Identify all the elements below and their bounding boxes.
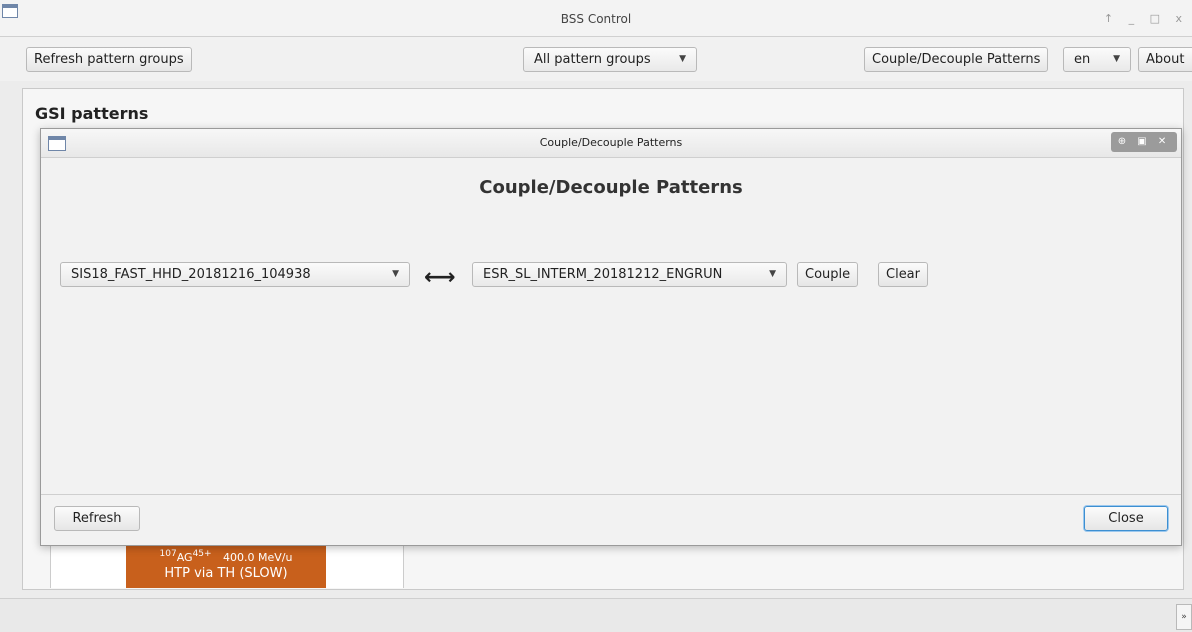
couple-button[interactable]: Couple: [797, 262, 859, 287]
refresh-button[interactable]: Refresh: [54, 506, 140, 531]
chevron-down-icon: ▼: [1113, 54, 1120, 64]
couple-decouple-dialog: Couple/Decouple Patterns ⊕ ▣ ✕ Couple/De…: [40, 128, 1182, 546]
pattern-element: AG: [176, 551, 193, 564]
left-pattern-value: SIS18_FAST_HHD_20181216_104938: [71, 267, 311, 282]
right-pattern-select[interactable]: ESR_SL_INTERM_20181212_ENGRUN ▼: [472, 262, 787, 287]
pattern-chip[interactable]: 107AG45+ 400.0 MeV/u HTP via TH (SLOW): [126, 543, 326, 588]
right-pattern-value: ESR_SL_INTERM_20181212_ENGRUN: [483, 267, 723, 282]
chevron-down-icon: ▼: [392, 269, 399, 279]
dialog-heading: Couple/Decouple Patterns: [479, 177, 743, 198]
language-select-value: en: [1074, 52, 1091, 67]
pattern-name: HTP via TH (SLOW): [164, 566, 288, 581]
pattern-group-select-value: All pattern groups: [534, 52, 651, 67]
dialog-divider: [41, 494, 1181, 495]
pattern-energy: 400.0 MeV/u: [223, 551, 293, 564]
language-select[interactable]: en ▼: [1063, 47, 1131, 72]
close-button[interactable]: Close: [1084, 506, 1168, 531]
about-button[interactable]: About: [1138, 47, 1192, 72]
refresh-pattern-groups-button[interactable]: Refresh pattern groups: [26, 47, 192, 72]
pattern-chip-header: 107AG45+ 400.0 MeV/u: [126, 546, 326, 566]
window-titlebar[interactable]: BSS Control ↑ _ □ x: [0, 0, 1192, 37]
window-controls[interactable]: ↑ _ □ x: [1104, 12, 1188, 25]
chevron-down-icon: ▼: [679, 54, 686, 64]
status-bar: [0, 598, 1192, 632]
double-arrow-icon: ⟷: [424, 265, 456, 290]
pattern-isotope-mass: 107: [159, 549, 177, 559]
dialog-title: Couple/Decouple Patterns: [539, 136, 683, 149]
expand-icon[interactable]: »: [1176, 604, 1192, 630]
dialog-titlebar[interactable]: Couple/Decouple Patterns ⊕ ▣ ✕: [41, 129, 1181, 158]
couple-decouple-button[interactable]: Couple/Decouple Patterns: [864, 47, 1049, 72]
pattern-charge: 45+: [192, 549, 212, 559]
pattern-group-select[interactable]: All pattern groups ▼: [523, 47, 697, 72]
section-title: GSI patterns: [35, 104, 149, 123]
toolbar: Refresh pattern groups All pattern group…: [0, 37, 1192, 81]
dialog-window-controls[interactable]: ⊕ ▣ ✕: [1111, 132, 1177, 152]
window-title: BSS Control: [560, 12, 632, 26]
chevron-down-icon: ▼: [769, 269, 776, 279]
left-pattern-select[interactable]: SIS18_FAST_HHD_20181216_104938 ▼: [60, 262, 410, 287]
clear-button[interactable]: Clear: [878, 262, 928, 287]
